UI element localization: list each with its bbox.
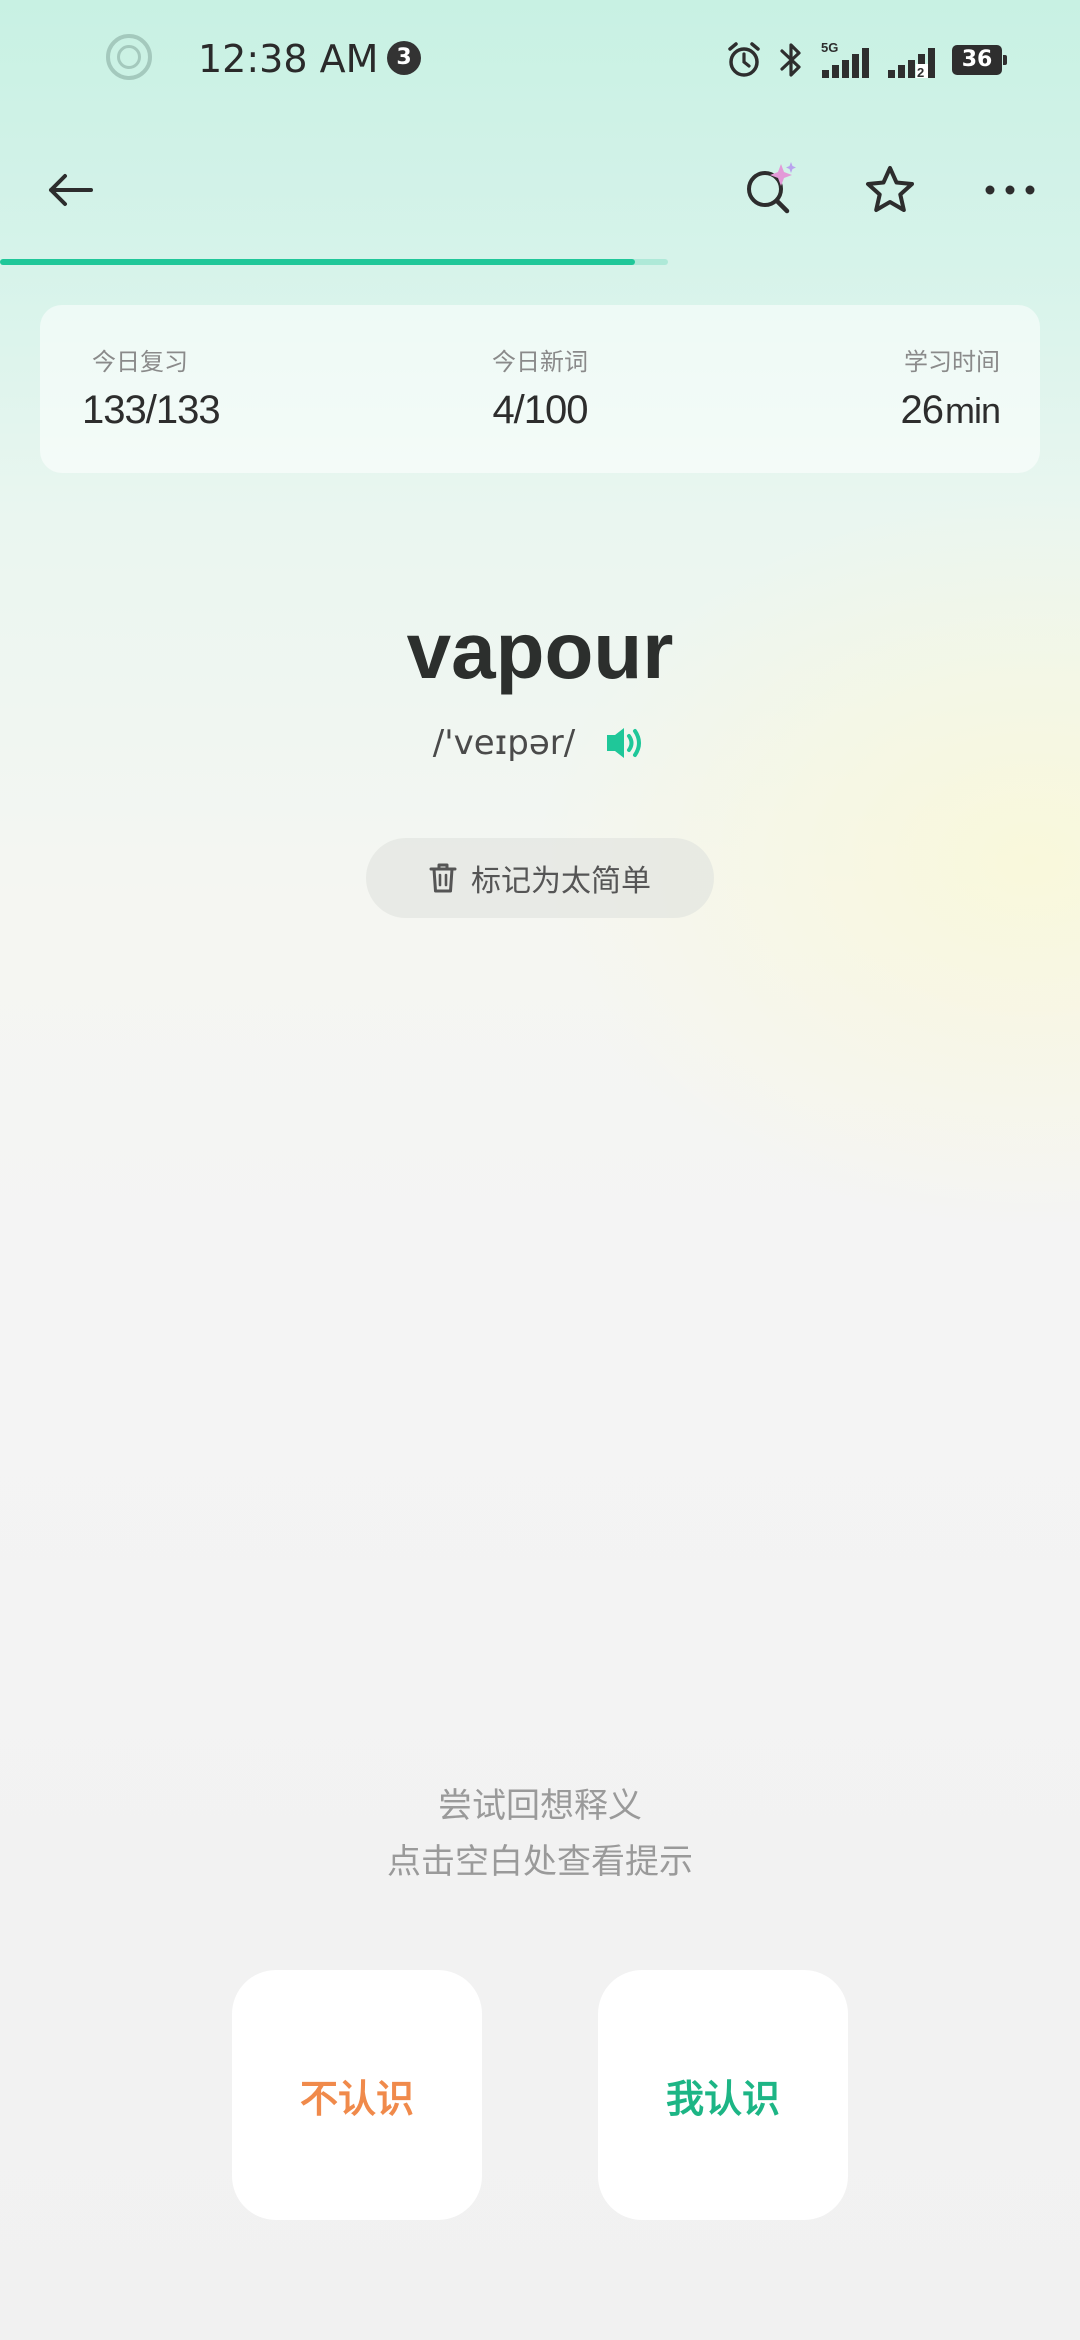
mark-too-easy-label: 标记为太简单 (471, 864, 651, 899)
arrow-left-icon (49, 174, 93, 206)
stat-review-value: 133/133 (82, 388, 221, 432)
status-circle-icon (106, 34, 152, 80)
stat-review: 今日复习 133/133 (82, 347, 221, 435)
alarm-icon (728, 42, 760, 77)
status-bar: 12:38 AM 3 5G 2 36 (0, 0, 1080, 120)
signal-5g-icon: 5G (821, 40, 869, 78)
stat-new-words: 今日新词 4/100 (440, 347, 640, 435)
stat-new-words-value: 4/100 (492, 388, 588, 432)
speaker-icon (607, 728, 642, 758)
signal-sim2-icon: 2 (888, 48, 935, 80)
pronunciation-row: /'veɪpər/ (0, 718, 1080, 768)
stat-study-time: 学习时间 26min (900, 347, 1001, 436)
sim-slot-label: 2 (917, 65, 924, 80)
dont-know-button[interactable]: 不认识 (232, 1970, 482, 2220)
know-button[interactable]: 我认识 (598, 1970, 848, 2220)
bluetooth-icon (780, 43, 801, 77)
hint-line-2: 点击空白处查看提示 (387, 1842, 693, 1882)
network-label: 5G (821, 40, 838, 55)
phonetic-text: /'veɪpər/ (432, 723, 576, 763)
stat-new-words-label: 今日新词 (492, 348, 588, 376)
stat-study-time-label: 学习时间 (904, 348, 1000, 376)
study-time-unit: min (944, 390, 1001, 431)
favorite-button[interactable] (850, 150, 930, 230)
mark-too-easy-button[interactable]: 标记为太简单 (366, 838, 714, 918)
more-horizontal-icon (985, 185, 1035, 195)
stat-review-label: 今日复习 (92, 348, 188, 376)
stats-card: 今日复习 133/133 今日新词 4/100 学习时间 26min (40, 305, 1040, 473)
more-options-button[interactable] (970, 150, 1050, 230)
trash-icon (429, 863, 457, 893)
star-outline-icon (866, 166, 914, 212)
recall-hint: 尝试回想释义 点击空白处查看提示 (0, 1778, 1080, 1890)
ai-search-icon (747, 162, 796, 214)
notification-count-badge: 3 (387, 41, 421, 75)
stat-study-time-value: 26min (900, 385, 1001, 436)
hint-line-1: 尝试回想释义 (438, 1786, 642, 1826)
study-progress-bar (0, 259, 668, 265)
back-button[interactable] (30, 150, 110, 230)
battery-icon: 36 (952, 45, 1007, 75)
study-progress-fill (0, 259, 635, 265)
word-text: vapour (406, 606, 674, 695)
study-time-number: 26 (900, 388, 943, 432)
play-pronunciation-button[interactable] (603, 721, 647, 765)
ai-search-button[interactable] (730, 150, 810, 230)
status-icons: 5G 2 36 (726, 38, 1007, 82)
status-time: 12:38 AM (198, 37, 379, 81)
